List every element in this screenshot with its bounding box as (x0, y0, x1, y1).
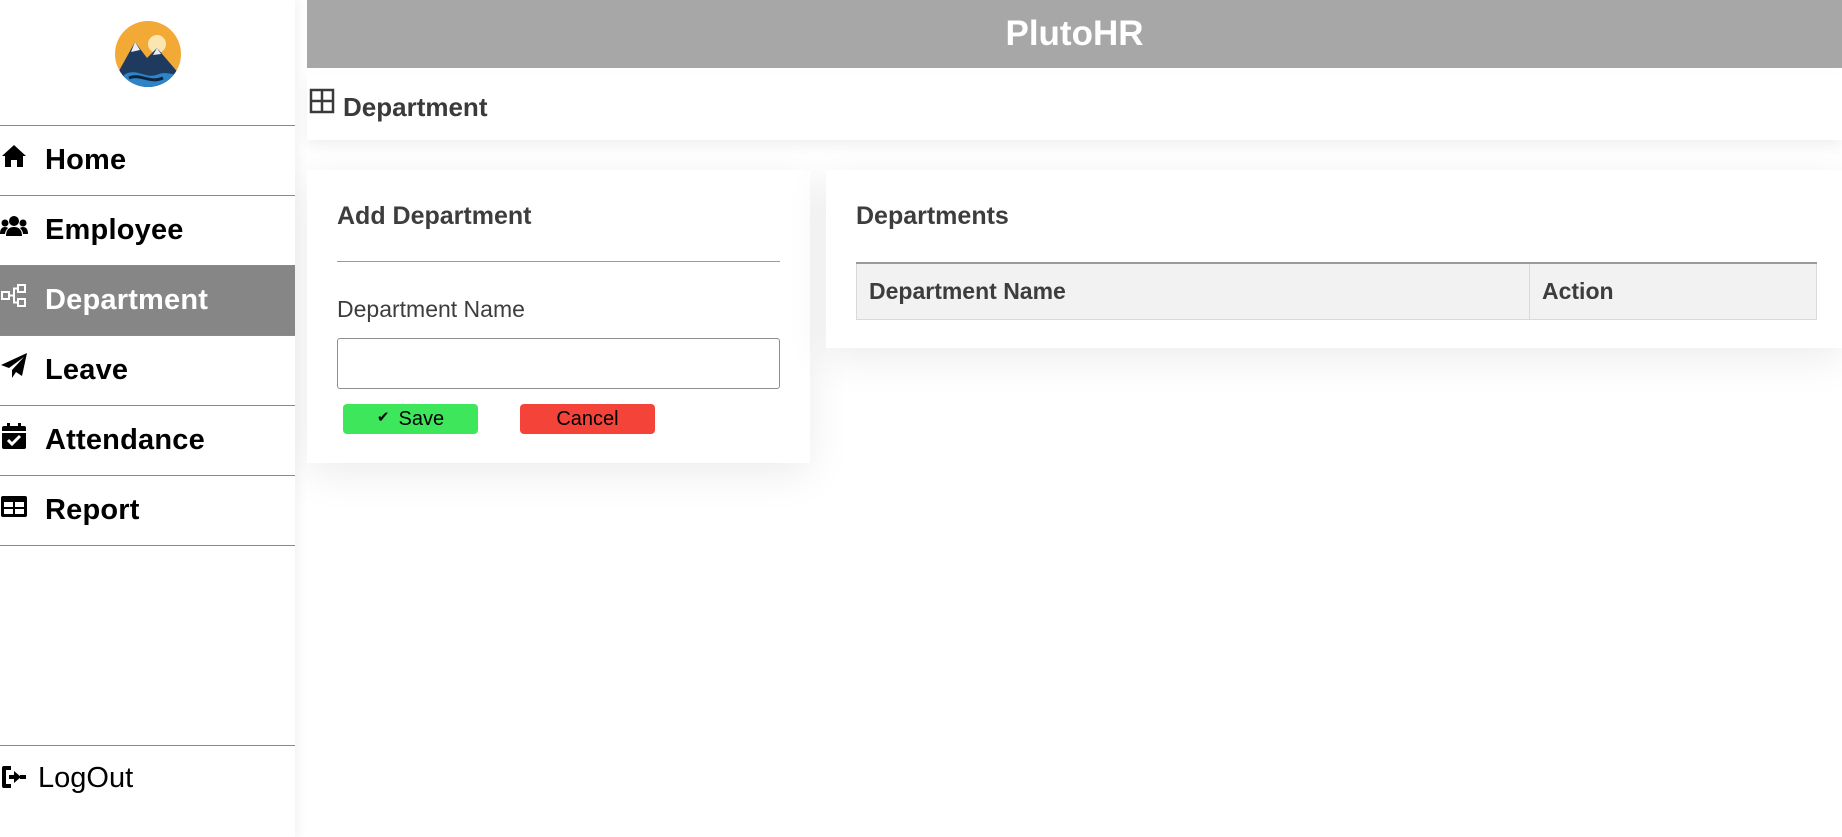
add-department-title: Add Department (337, 202, 532, 230)
table-icon (0, 476, 45, 546)
calendar-check-icon (0, 406, 45, 476)
grid-icon (307, 88, 335, 119)
sidebar: Home Employee Department Leave Attendanc… (0, 0, 295, 837)
table-header-row: Department Name Action (856, 262, 1817, 320)
department-name-input[interactable] (337, 338, 780, 389)
cancel-button-label: Cancel (556, 407, 619, 430)
home-icon (0, 126, 45, 196)
sidebar-item-leave[interactable]: Leave (0, 336, 295, 406)
department-name-label: Department Name (337, 296, 525, 322)
departments-table: Department Name Action (856, 262, 1817, 320)
cancel-button[interactable]: Cancel (520, 404, 655, 434)
sidebar-item-label: Attendance (45, 424, 205, 456)
sidebar-item-label: Home (45, 144, 127, 176)
sitemap-icon (0, 266, 45, 336)
logout-button[interactable]: LogOut (0, 745, 295, 837)
users-icon (0, 196, 45, 266)
sidebar-item-label: Department (45, 284, 209, 316)
sidebar-item-employee[interactable]: Employee (0, 196, 295, 266)
page-title: Department (343, 91, 488, 122)
sign-out-icon (0, 762, 38, 798)
sidebar-item-label: Leave (45, 354, 129, 386)
sidebar-item-label: Report (45, 494, 140, 526)
page-title-bar: Department (307, 74, 1842, 140)
sidebar-item-department[interactable]: Department (0, 266, 295, 336)
app-root: Home Employee Department Leave Attendanc… (0, 0, 1842, 837)
save-button[interactable]: ✔ Save (343, 404, 478, 434)
logout-label: LogOut (38, 762, 134, 794)
top-header: PlutoHR (307, 0, 1842, 68)
divider (337, 261, 780, 262)
save-button-label: Save (398, 407, 445, 430)
sidebar-item-home[interactable]: Home (0, 126, 295, 196)
departments-title: Departments (856, 202, 1009, 230)
column-header-department-name[interactable]: Department Name (856, 262, 1530, 320)
departments-card: Departments Department Name Action (826, 170, 1842, 348)
column-header-action[interactable]: Action (1529, 262, 1817, 320)
sidebar-item-attendance[interactable]: Attendance (0, 406, 295, 476)
add-department-card: Add Department Department Name ✔ Save Ca… (307, 170, 810, 463)
paper-plane-icon (0, 336, 45, 406)
mountain-sunset-logo[interactable] (115, 18, 181, 90)
check-icon: ✔ (376, 409, 390, 426)
sidebar-item-label: Employee (45, 214, 184, 246)
app-title: PlutoHR (1005, 14, 1144, 53)
sidebar-item-report[interactable]: Report (0, 476, 295, 546)
sidebar-nav: Home Employee Department Leave Attendanc… (0, 125, 295, 546)
